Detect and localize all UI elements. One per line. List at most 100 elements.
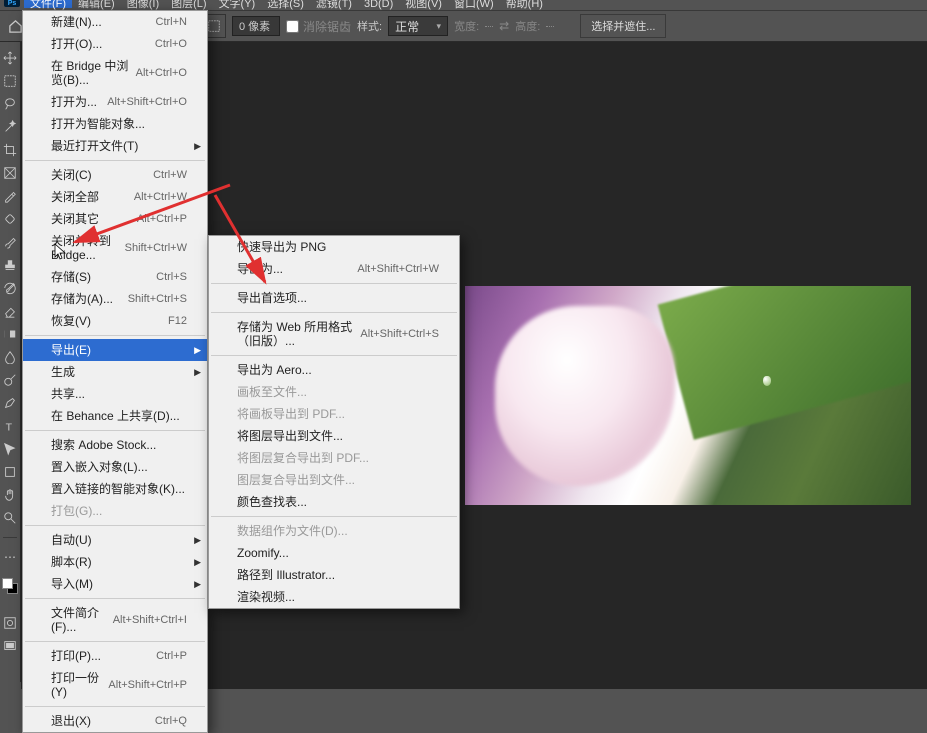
frame-tool[interactable] xyxy=(2,165,18,181)
menu-edit[interactable]: 编辑(E) xyxy=(72,0,121,8)
menu-image[interactable]: 图像(I) xyxy=(121,0,165,8)
stamp-tool[interactable] xyxy=(2,257,18,273)
menu-help[interactable]: 帮助(H) xyxy=(500,0,549,8)
path-tool[interactable] xyxy=(2,441,18,457)
document-image[interactable] xyxy=(465,286,911,505)
menu-separator xyxy=(211,283,457,284)
crop-tool[interactable] xyxy=(2,142,18,158)
file-menu-item-7[interactable]: 关闭(C)Ctrl+W xyxy=(23,164,207,186)
export-menu-item-7[interactable]: 导出为 Aero... xyxy=(209,359,459,381)
file-menu-item-26[interactable]: 脚本(R)▶ xyxy=(23,551,207,573)
export-menu-item-18[interactable]: 渲染视频... xyxy=(209,586,459,608)
file-menu-item-16[interactable]: 生成▶ xyxy=(23,361,207,383)
file-menu-item-17[interactable]: 共享... xyxy=(23,383,207,405)
menu-item-shortcut: Ctrl+Q xyxy=(155,714,187,728)
marquee-tool[interactable] xyxy=(2,73,18,89)
file-menu-item-2[interactable]: 在 Bridge 中浏览(B)...Alt+Ctrl+O xyxy=(23,55,207,91)
export-menu-item-15[interactable]: 数据组作为文件(D)... xyxy=(209,520,459,542)
style-label: 样式: xyxy=(357,18,382,34)
export-menu-item-3[interactable]: 导出首选项... xyxy=(209,287,459,309)
style-select[interactable]: 正常 xyxy=(388,16,448,36)
dodge-tool[interactable] xyxy=(2,372,18,388)
file-menu: 新建(N)...Ctrl+N打开(O)...Ctrl+O在 Bridge 中浏览… xyxy=(22,10,208,733)
file-menu-item-11[interactable]: 存储(S)Ctrl+S xyxy=(23,266,207,288)
file-menu-item-27[interactable]: 导入(M)▶ xyxy=(23,573,207,595)
menu-item-shortcut: Shift+Ctrl+W xyxy=(125,241,187,255)
file-menu-item-21[interactable]: 置入嵌入对象(L)... xyxy=(23,456,207,478)
menu-filter[interactable]: 滤镜(T) xyxy=(310,0,358,8)
hand-tool[interactable] xyxy=(2,487,18,503)
file-menu-item-13[interactable]: 恢复(V)F12 xyxy=(23,310,207,332)
file-menu-item-18[interactable]: 在 Behance 上共享(D)... xyxy=(23,405,207,427)
file-menu-item-22[interactable]: 置入链接的智能对象(K)... xyxy=(23,478,207,500)
export-menu-item-8[interactable]: 画板至文件... xyxy=(209,381,459,403)
menu-item-label: 存储为 Web 所用格式（旧版）... xyxy=(237,320,360,348)
menu-3d[interactable]: 3D(D) xyxy=(358,0,399,8)
export-menu-item-5[interactable]: 存储为 Web 所用格式（旧版）...Alt+Shift+Ctrl+S xyxy=(209,316,459,352)
color-swatch[interactable] xyxy=(2,578,18,594)
move-tool[interactable] xyxy=(2,50,18,66)
menu-view[interactable]: 视图(V) xyxy=(399,0,448,8)
menu-item-label: 退出(X) xyxy=(51,714,91,728)
feather-input[interactable] xyxy=(232,16,280,36)
antialias-checkbox[interactable] xyxy=(286,20,299,33)
file-menu-item-20[interactable]: 搜索 Adobe Stock... xyxy=(23,434,207,456)
export-menu-item-12[interactable]: 图层复合导出到文件... xyxy=(209,469,459,491)
menu-select[interactable]: 选择(S) xyxy=(261,0,310,8)
gradient-tool[interactable] xyxy=(2,326,18,342)
export-menu-item-17[interactable]: 路径到 Illustrator... xyxy=(209,564,459,586)
file-menu-item-0[interactable]: 新建(N)...Ctrl+N xyxy=(23,11,207,33)
file-menu-item-34[interactable]: 退出(X) Ctrl+Q xyxy=(23,710,207,732)
file-menu-item-8[interactable]: 关闭全部Alt+Ctrl+W xyxy=(23,186,207,208)
history-brush-tool[interactable] xyxy=(2,280,18,296)
eraser-tool[interactable] xyxy=(2,303,18,319)
menu-separator xyxy=(25,525,205,526)
file-menu-item-15[interactable]: 导出(E)▶ xyxy=(23,339,207,361)
menu-item-label: 快速导出为 PNG xyxy=(237,240,326,254)
edit-toolbar[interactable]: ⋯ xyxy=(2,549,18,565)
export-menu-item-11[interactable]: 将图层复合导出到 PDF... xyxy=(209,447,459,469)
export-menu-item-9[interactable]: 将画板导出到 PDF... xyxy=(209,403,459,425)
file-menu-item-9[interactable]: 关闭其它Alt+Ctrl+P xyxy=(23,208,207,230)
export-menu-item-16[interactable]: Zoomify... xyxy=(209,542,459,564)
eyedropper-tool[interactable] xyxy=(2,188,18,204)
menu-layer[interactable]: 图层(L) xyxy=(165,0,212,8)
file-menu-item-32[interactable]: 打印一份(Y)Alt+Shift+Ctrl+P xyxy=(23,667,207,703)
file-menu-item-12[interactable]: 存储为(A)...Shift+Ctrl+S xyxy=(23,288,207,310)
brush-tool[interactable] xyxy=(2,234,18,250)
pen-tool[interactable] xyxy=(2,395,18,411)
lasso-tool[interactable] xyxy=(2,96,18,112)
wand-tool[interactable] xyxy=(2,119,18,135)
export-menu-item-0[interactable]: 快速导出为 PNG xyxy=(209,236,459,258)
export-menu-item-13[interactable]: 颜色查找表... xyxy=(209,491,459,513)
width-value[interactable] xyxy=(485,26,493,27)
file-menu-item-3[interactable]: 打开为...Alt+Shift+Ctrl+O xyxy=(23,91,207,113)
export-menu-item-10[interactable]: 将图层导出到文件... xyxy=(209,425,459,447)
quickmask-icon[interactable] xyxy=(2,615,18,631)
menu-file[interactable]: 文件(F) xyxy=(24,0,72,8)
file-menu-item-4[interactable]: 打开为智能对象... xyxy=(23,113,207,135)
svg-text:T: T xyxy=(6,421,13,433)
file-menu-item-5[interactable]: 最近打开文件(T)▶ xyxy=(23,135,207,157)
file-menu-item-29[interactable]: 文件简介(F)...Alt+Shift+Ctrl+I xyxy=(23,602,207,638)
heal-tool[interactable] xyxy=(2,211,18,227)
blur-tool[interactable] xyxy=(2,349,18,365)
zoom-tool[interactable] xyxy=(2,510,18,526)
export-menu-item-1[interactable]: 导出为...Alt+Shift+Ctrl+W xyxy=(209,258,459,280)
type-tool[interactable]: T xyxy=(2,418,18,434)
file-menu-item-23[interactable]: 打包(G)... xyxy=(23,500,207,522)
file-menu-item-31[interactable]: 打印(P)...Ctrl+P xyxy=(23,645,207,667)
file-menu-item-25[interactable]: 自动(U)▶ xyxy=(23,529,207,551)
menu-item-label: 打开为... xyxy=(51,95,97,109)
menu-window[interactable]: 窗口(W) xyxy=(448,0,500,8)
height-value[interactable] xyxy=(546,26,554,27)
screenmode-icon[interactable] xyxy=(2,638,18,654)
menu-item-shortcut: Ctrl+S xyxy=(156,270,187,284)
menu-type[interactable]: 文字(Y) xyxy=(213,0,262,8)
shape-tool[interactable] xyxy=(2,464,18,480)
select-and-mask-button[interactable]: 选择并遮住... xyxy=(580,14,666,38)
file-menu-item-10[interactable]: 关闭并转到 Bridge...Shift+Ctrl+W xyxy=(23,230,207,266)
menu-separator xyxy=(25,706,205,707)
menu-item-label: 数据组作为文件(D)... xyxy=(237,524,348,538)
file-menu-item-1[interactable]: 打开(O)...Ctrl+O xyxy=(23,33,207,55)
